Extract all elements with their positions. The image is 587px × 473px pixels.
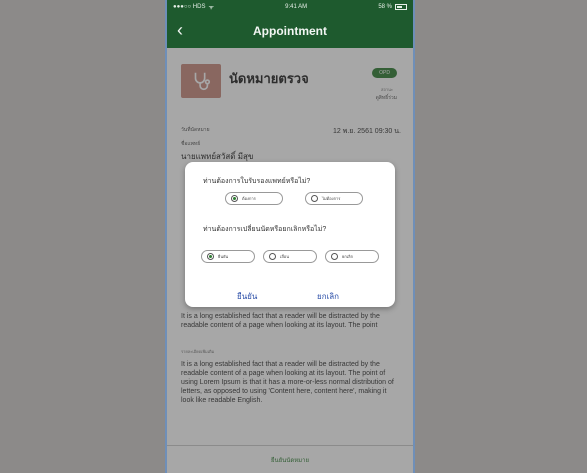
question-reschedule: ท่านต้องการเปลี่ยนนัดหรือยกเลิกหรือไม่?: [203, 226, 327, 233]
radio-selected-icon: [231, 195, 238, 202]
dialog-confirm-button[interactable]: ยืนยัน: [237, 290, 257, 303]
option-confirm[interactable]: ยืนยัน: [201, 250, 255, 263]
option-label: ต้องการ: [242, 196, 256, 201]
wifi-icon: ᯤ: [208, 5, 214, 11]
page-title: Appointment: [253, 24, 327, 38]
option-want-certificate[interactable]: ต้องการ: [225, 192, 283, 205]
radio-unselected-icon: [331, 253, 338, 260]
question-certificate: ท่านต้องการใบรับรองแพทย์หรือไม่?: [203, 178, 311, 185]
option-postpone[interactable]: เลื่อน: [263, 250, 317, 263]
option-label: เลื่อน: [280, 254, 289, 259]
nav-bar: ‹ Appointment: [167, 14, 413, 48]
battery-percent: 58 %: [378, 4, 392, 10]
option-label: ยกเลิก: [342, 254, 354, 259]
carrier-label: ●●●○○ HDS: [173, 4, 206, 10]
option-label: ไม่ต้องการ: [322, 196, 341, 201]
radio-unselected-icon: [269, 253, 276, 260]
radio-unselected-icon: [311, 195, 318, 202]
option-no-certificate[interactable]: ไม่ต้องการ: [305, 192, 363, 205]
status-time: 9:41 AM: [285, 4, 308, 10]
status-bar: ●●●○○ HDS ᯤ 9:41 AM 58 %: [167, 0, 413, 14]
dialog-cancel-button[interactable]: ยกเลิก: [317, 290, 339, 303]
options-dialog: ท่านต้องการใบรับรองแพทย์หรือไม่? ต้องการ…: [185, 162, 395, 307]
battery-icon: [395, 4, 407, 10]
phone-frame: ●●●○○ HDS ᯤ 9:41 AM 58 % ‹ Appointment น…: [165, 0, 415, 473]
back-chevron-icon[interactable]: ‹: [177, 20, 183, 40]
radio-selected-icon: [207, 253, 214, 260]
option-cancel[interactable]: ยกเลิก: [325, 250, 379, 263]
option-label: ยืนยัน: [218, 254, 229, 259]
